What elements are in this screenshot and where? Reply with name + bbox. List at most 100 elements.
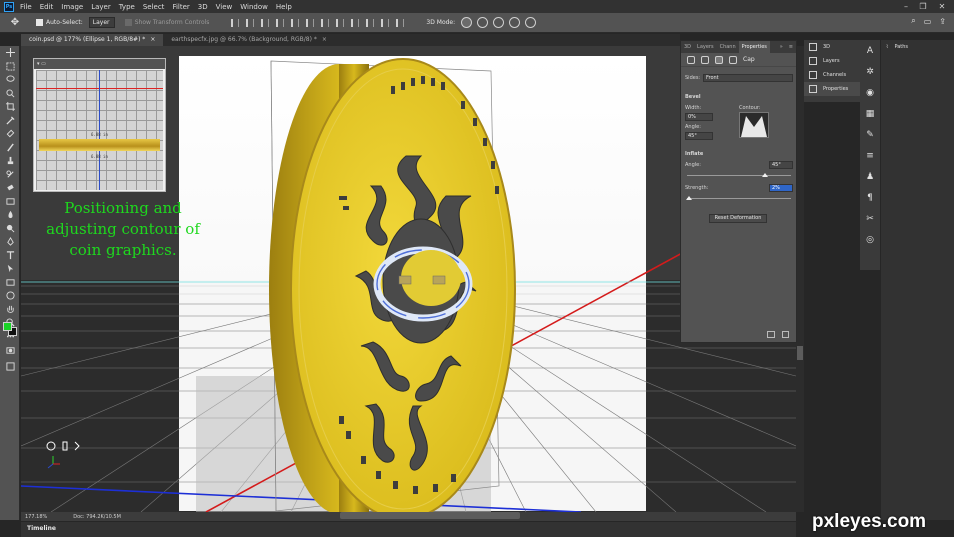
share-icon[interactable]: ⇪ [939, 17, 946, 26]
strength-field[interactable]: 2% [769, 184, 793, 192]
move-tool-icon[interactable]: ✥ [8, 16, 22, 30]
restore-icon[interactable]: ❐ [915, 0, 931, 13]
distribute-center-icon[interactable] [381, 18, 390, 27]
auto-select-target-dropdown[interactable]: Layer [88, 17, 115, 28]
brush-tool[interactable] [0, 141, 20, 155]
distribute-top-icon[interactable] [321, 18, 330, 27]
trash-icon[interactable] [782, 331, 789, 338]
scale-3d-icon[interactable] [525, 17, 537, 28]
paths-panel-button[interactable]: ⌇ Paths [881, 40, 954, 54]
clone-stamp-tool[interactable] [0, 154, 20, 168]
close-tab-icon[interactable]: × [150, 36, 155, 43]
foreground-color-swatch[interactable] [3, 322, 12, 331]
menu-help[interactable]: Help [276, 3, 292, 11]
inflate-angle-slider-knob[interactable] [762, 173, 768, 177]
minimize-icon[interactable]: – [898, 0, 914, 13]
eraser-tool[interactable] [0, 181, 20, 195]
character-icon[interactable]: A [860, 40, 880, 61]
color-icon[interactable]: ◉ [860, 82, 880, 103]
contour-picker[interactable] [739, 112, 769, 138]
panel-properties-button[interactable]: Properties [804, 82, 860, 96]
canvas-vertical-scrollbar[interactable] [796, 46, 804, 512]
quick-select-tool[interactable] [0, 87, 20, 101]
swatches-icon[interactable]: ▦ [860, 103, 880, 124]
panel-menu-icon[interactable]: ≡ [786, 41, 796, 53]
libraries-icon[interactable]: ◎ [860, 229, 880, 250]
zoom-level[interactable]: 177.18% [25, 514, 47, 520]
path-select-tool[interactable] [0, 262, 20, 276]
bevel-width-field[interactable]: 0% [685, 113, 713, 121]
dodge-tool[interactable] [0, 222, 20, 236]
close-window-icon[interactable]: ✕ [934, 0, 950, 13]
align-middle-icon[interactable] [291, 18, 300, 27]
canvas-horizontal-scroll-thumb[interactable] [340, 512, 520, 519]
show-transform-checkbox[interactable] [124, 19, 132, 26]
history-brush-tool[interactable] [0, 168, 20, 182]
tools-preset-icon[interactable]: ✂ [860, 208, 880, 229]
reset-deformation-button[interactable]: Reset Deformation [709, 214, 767, 223]
hand-tool[interactable] [0, 303, 20, 317]
shape-tool[interactable] [0, 276, 20, 290]
align-left-icon[interactable] [231, 18, 240, 27]
move-tool[interactable] [0, 46, 20, 60]
bevel-angle-field[interactable]: 45° [685, 132, 713, 140]
3d-object-tool[interactable] [0, 289, 20, 303]
inflate-angle-slider[interactable] [687, 175, 791, 176]
healing-brush-tool[interactable] [0, 127, 20, 141]
menu-filter[interactable]: Filter [172, 3, 189, 11]
tab-properties[interactable]: Properties [738, 41, 770, 53]
menu-layer[interactable]: Layer [91, 3, 111, 11]
eyedropper-tool[interactable] [0, 114, 20, 128]
collapse-panel-icon[interactable]: » [777, 41, 786, 53]
distribute-left-icon[interactable] [366, 18, 375, 27]
roll-3d-icon[interactable] [477, 17, 489, 28]
panel-channels-button[interactable]: Channels [804, 68, 860, 82]
menu-type[interactable]: Type [119, 3, 135, 11]
align-bottom-icon[interactable] [306, 18, 315, 27]
panel-3d-button[interactable]: 3D [804, 40, 860, 54]
coordinates-icon[interactable] [729, 55, 737, 64]
gradient-tool[interactable] [0, 195, 20, 209]
distribute-bottom-icon[interactable] [351, 18, 360, 27]
menu-3d[interactable]: 3D [198, 3, 208, 11]
panel-layers-button[interactable]: Layers [804, 54, 860, 68]
gear-icon[interactable]: ✲ [860, 61, 880, 82]
inflate-angle-field[interactable]: 45° [769, 161, 793, 169]
cap-icon[interactable] [715, 55, 723, 64]
search-icon[interactable]: ⌕ [911, 16, 915, 26]
paragraph-icon[interactable]: ¶ [860, 187, 880, 208]
orbit-3d-icon[interactable] [461, 17, 473, 28]
close-tab-icon[interactable]: × [322, 36, 327, 43]
menu-image[interactable]: Image [61, 3, 83, 11]
3d-secondary-view[interactable]: ▾ ▭ 6.88 in 6.88 in [33, 58, 166, 192]
menu-edit[interactable]: Edit [40, 3, 54, 11]
menu-file[interactable]: File [20, 3, 32, 11]
photoshop-app-icon[interactable]: Ps [4, 1, 14, 12]
type-tool[interactable] [0, 249, 20, 263]
blur-tool[interactable] [0, 208, 20, 222]
menu-view[interactable]: View [216, 3, 233, 11]
mesh-icon[interactable] [687, 55, 695, 64]
distribute-right-icon[interactable] [396, 18, 405, 27]
quick-mask-icon[interactable] [0, 344, 20, 358]
timeline-label[interactable]: Timeline [27, 525, 56, 532]
workspace-icon[interactable]: ▭ [924, 17, 932, 26]
lasso-tool[interactable] [0, 73, 20, 87]
sides-dropdown[interactable]: Front [703, 74, 793, 82]
tab-3d[interactable]: 3D [681, 41, 694, 53]
brush-settings-icon[interactable]: ✎ [860, 124, 880, 145]
strength-slider[interactable] [687, 198, 791, 199]
clone-source-icon[interactable]: ♟ [860, 166, 880, 187]
slide-3d-icon[interactable] [509, 17, 521, 28]
menu-select[interactable]: Select [143, 3, 165, 11]
screen-mode-icon[interactable] [0, 360, 20, 374]
strength-slider-knob[interactable] [686, 196, 693, 200]
pen-tool[interactable] [0, 235, 20, 249]
marquee-tool[interactable] [0, 60, 20, 74]
distribute-middle-icon[interactable] [336, 18, 345, 27]
align-right-icon[interactable] [261, 18, 270, 27]
align-top-icon[interactable] [276, 18, 285, 27]
tab-channels[interactable]: Chann [717, 41, 739, 53]
tab-earthspecfx[interactable]: earthspecfx.jpg @ 66.7% (Background, RGB… [163, 34, 335, 46]
menu-window[interactable]: Window [240, 3, 268, 11]
